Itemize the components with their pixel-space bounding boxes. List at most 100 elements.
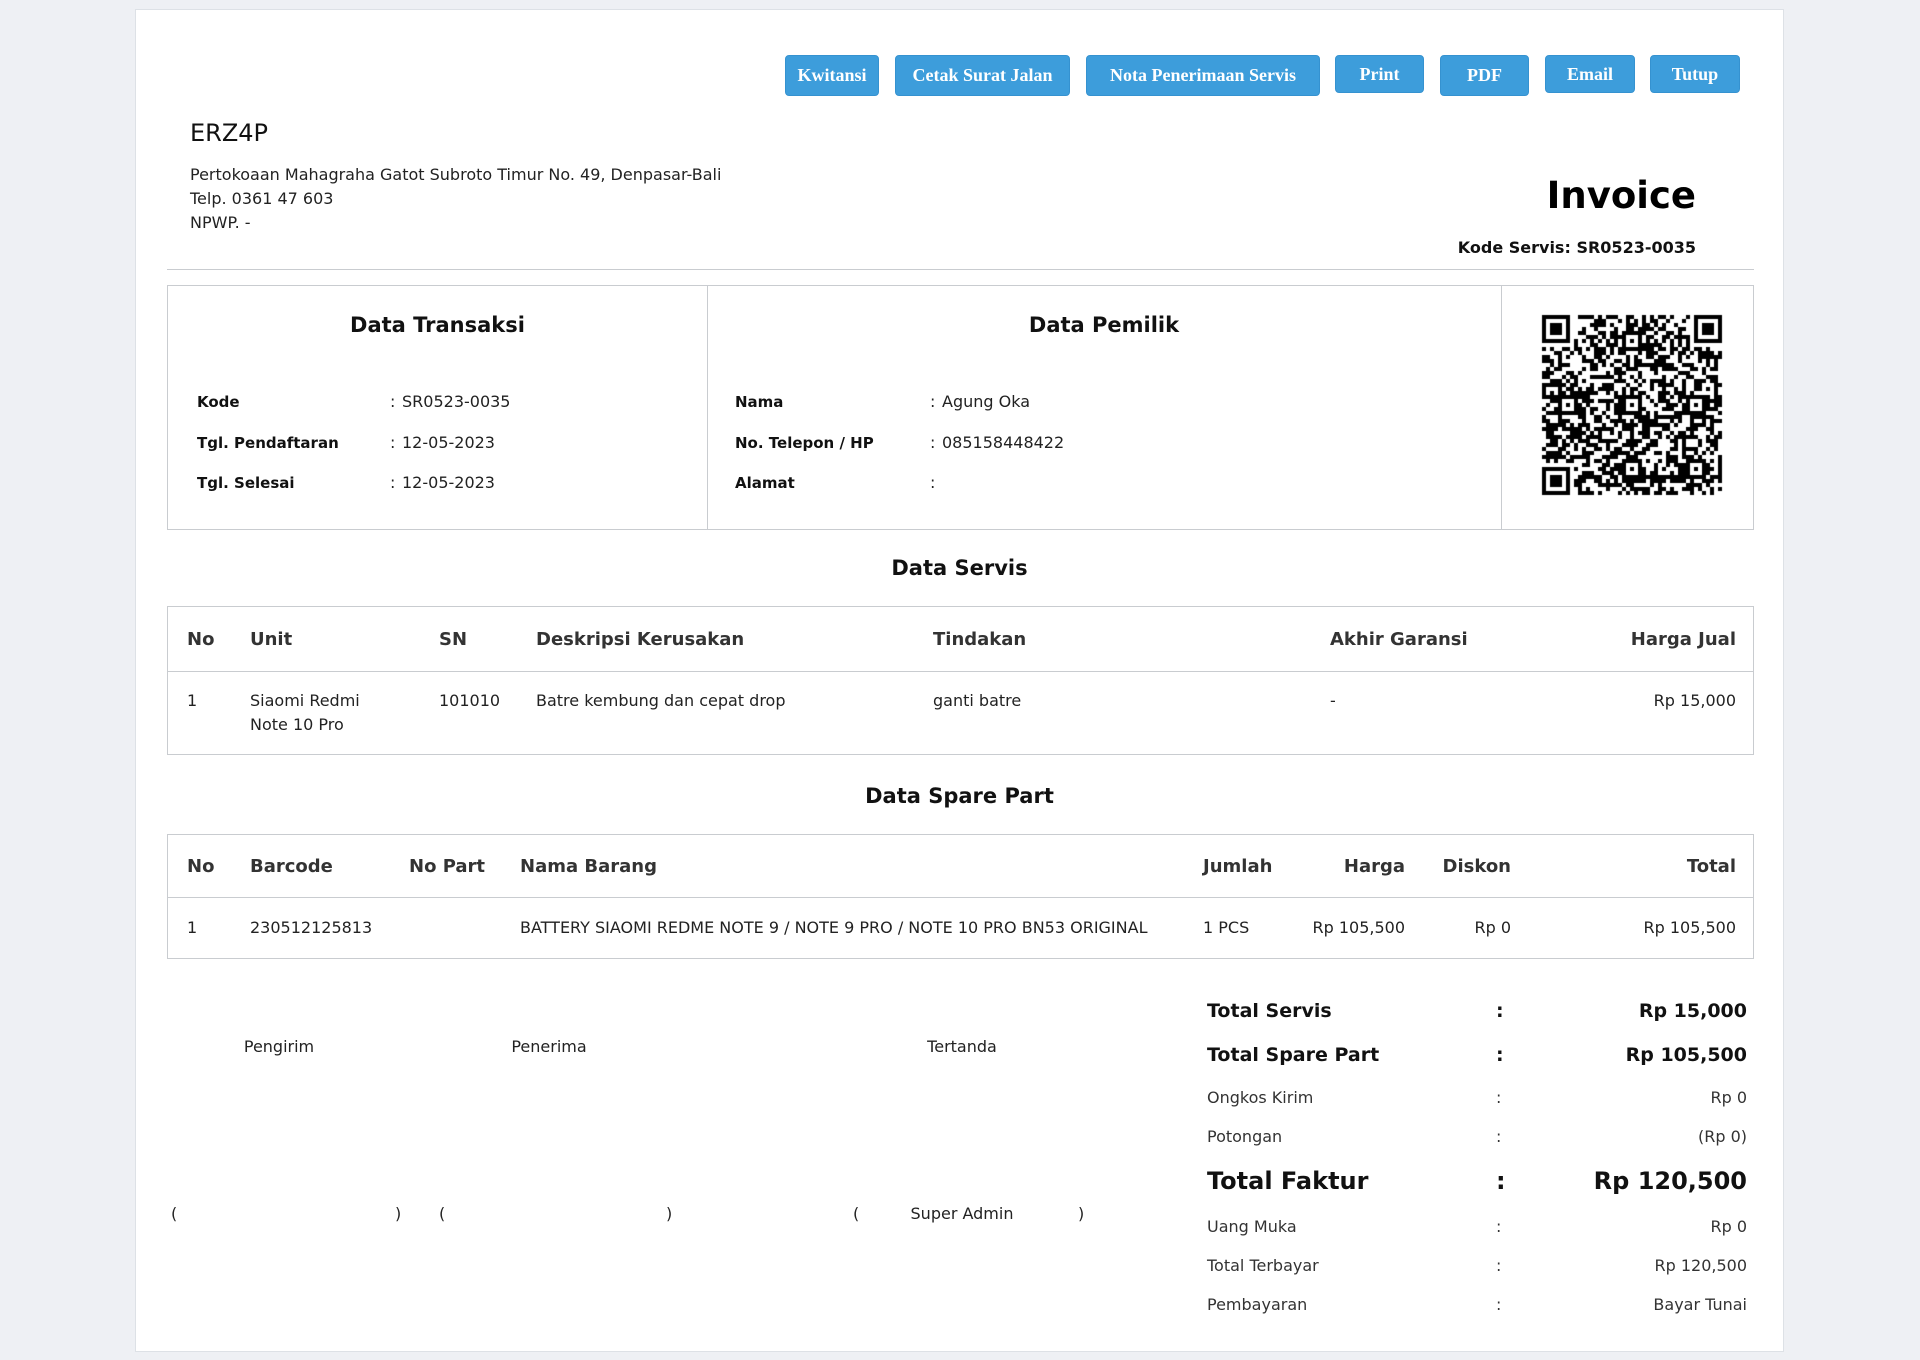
cell-unit: Siaomi Redmi Note 10 Pro [250,672,439,738]
cell-barcode: 230512125813 [250,918,373,937]
company-npwp: NPWP. - [190,213,251,232]
signature-signed-name: Super Admin [910,1204,1014,1223]
owner-heading: Data Pemilik [1028,313,1180,337]
email-button[interactable]: Email [1545,55,1635,93]
summary-total-paid: Total Terbayar : Rp 120,500 [1207,1251,1747,1281]
summary-value: Rp 0 [1710,1088,1747,1107]
column-header: Jumlah [1203,835,1307,898]
service-table: No Unit SN Deskripsi Kerusakan Tindakan … [167,606,1754,755]
summary-value: Rp 15,000 [1638,1000,1747,1022]
signature-close-paren: ) [1078,1204,1085,1223]
transaction-label: Kode [197,393,240,411]
cetak-surat-jalan-button[interactable]: Cetak Surat Jalan [895,55,1070,96]
column-header: No [168,835,250,898]
cell-part-number [409,898,520,959]
summary-value: (Rp 0) [1697,1127,1747,1146]
summary-total-sparepart: Total Spare Part : Rp 105,500 [1207,1040,1747,1070]
summary-label: Total Terbayar [1207,1256,1319,1275]
invoice-card: Kwitansi Cetak Surat Jalan Nota Penerima… [135,9,1784,1352]
column-header: Tindakan [933,607,1330,672]
nota-penerimaan-servis-button[interactable]: Nota Penerimaan Servis [1086,55,1320,96]
cell-action: ganti batre [933,691,1022,710]
separator: : [930,473,936,492]
column-header: Barcode [250,835,409,898]
cell-sn: 101010 [439,691,501,710]
service-code-line: Kode Servis: SR0523-0035 [1458,237,1696,259]
table-header-row: No Barcode No Part Nama Barang Jumlah Ha… [168,835,1753,898]
owner-label: Alamat [735,474,795,492]
sparepart-heading: Data Spare Part [865,784,1054,808]
summary-label: Uang Muka [1207,1217,1297,1236]
cell-price: Rp 15,000 [1653,691,1736,710]
cell-warranty-end: - [1330,691,1336,710]
separator: : [1496,1044,1504,1066]
column-header: Nama Barang [520,835,1203,898]
signature-close-paren: ) [666,1204,673,1223]
service-code-label: Kode Servis: [1457,238,1571,257]
summary-payment-method: Pembayaran : Bayar Tunai [1207,1290,1747,1320]
summary-discount: Potongan : (Rp 0) [1207,1122,1747,1152]
column-header: Total [1511,835,1753,898]
summary-total-service: Total Servis : Rp 15,000 [1207,996,1747,1026]
unit-text: Siaomi Redmi Note 10 Pro [250,691,360,734]
signature-open-paren: ( [853,1204,860,1223]
column-header: Diskon [1405,835,1511,898]
summary-value: Rp 120,500 [1593,1167,1747,1195]
column-header: Harga Jual [1567,607,1753,672]
separator: : [1496,1256,1502,1275]
signature-sender-label: Pengirim [243,1037,315,1056]
summary-label: Potongan [1207,1127,1283,1146]
separator: : [1496,1295,1502,1314]
column-header: No [168,607,250,672]
summary-label: Total Spare Part [1207,1044,1380,1066]
separator: : [930,392,936,411]
service-code-value: SR0523-0035 [1576,238,1696,257]
signature-close-paren: ) [395,1204,402,1223]
owner-label: No. Telepon / HP [735,434,874,452]
kwitansi-button[interactable]: Kwitansi [785,55,879,96]
summary-value: Rp 120,500 [1654,1256,1747,1275]
header-divider [167,269,1754,270]
cell-item-name: BATTERY SIAOMI REDME NOTE 9 / NOTE 9 PRO… [520,918,1148,937]
pdf-button[interactable]: PDF [1440,55,1529,96]
summary-down-payment: Uang Muka : Rp 0 [1207,1212,1747,1242]
cell-total: Rp 105,500 [1643,918,1736,937]
signature-signed-label: Tertanda [927,1037,997,1056]
separator: : [390,473,396,492]
registration-date-value: 12-05-2023 [402,433,495,452]
separator: : [1496,1127,1502,1146]
transaction-label: Tgl. Pendaftaran [197,434,339,452]
company-phone: Telp. 0361 47 603 [190,189,334,208]
signature-open-paren: ( [439,1204,446,1223]
column-header: Harga [1307,835,1405,898]
table-header-row: No Unit SN Deskripsi Kerusakan Tindakan … [168,607,1753,672]
service-table-grid: No Unit SN Deskripsi Kerusakan Tindakan … [168,607,1753,737]
print-button[interactable]: Print [1335,55,1424,93]
cell-price: Rp 105,500 [1312,918,1405,937]
summary-label: Ongkos Kirim [1207,1088,1314,1107]
summary-label: Pembayaran [1207,1295,1308,1314]
summary-label: Total Faktur [1207,1167,1369,1195]
separator: : [1496,1000,1504,1022]
column-header: No Part [409,835,520,898]
transaction-label: Tgl. Selesai [197,474,295,492]
tutup-button[interactable]: Tutup [1650,55,1740,93]
separator: : [1496,1088,1502,1107]
separator: : [930,433,936,452]
qr-code [1539,312,1725,498]
summary-value: Rp 0 [1710,1217,1747,1236]
column-header: Akhir Garansi [1330,607,1567,672]
separator: : [390,392,396,411]
signature-open-paren: ( [171,1204,178,1223]
separator: : [1496,1167,1506,1195]
summary-total-invoice: Total Faktur : Rp 120,500 [1207,1163,1747,1199]
column-header: SN [439,607,536,672]
separator: : [1496,1217,1502,1236]
owner-phone-value: 085158448422 [942,433,1065,452]
column-divider [1501,286,1502,529]
column-header: Unit [250,607,439,672]
cell-quantity: 1 PCS [1203,918,1250,937]
info-box: Data Transaksi Kode : SR0523-0035 Tgl. P… [167,285,1754,530]
separator: : [390,433,396,452]
company-name: ERZ4P [190,119,269,147]
